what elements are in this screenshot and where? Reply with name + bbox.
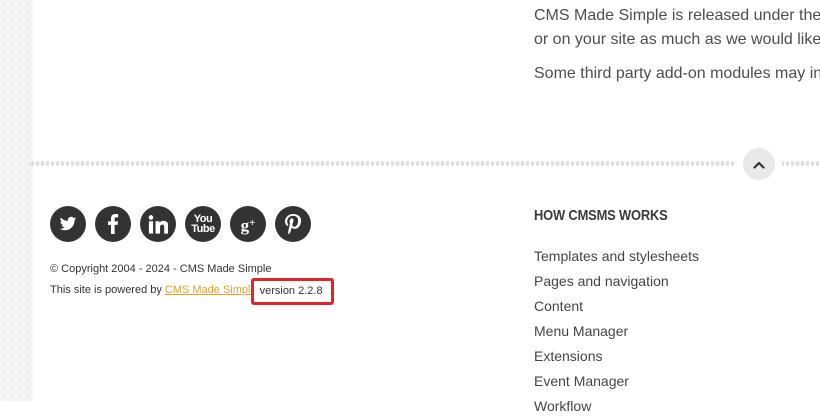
cms-made-simple-link[interactable]: CMS Made Simple <box>165 283 257 298</box>
intro-text: CMS Made Simple is released under the or… <box>534 4 820 86</box>
twitter-link[interactable] <box>50 206 86 242</box>
footer-nav-item: Extensions <box>534 344 699 369</box>
social-links: You Tube g+ <box>50 206 311 242</box>
twitter-icon <box>58 215 78 233</box>
footer-nav-item: Content <box>534 294 699 319</box>
powered-by-text: This site is powered by <box>50 284 162 296</box>
link-menu-manager[interactable]: Menu Manager <box>534 323 628 339</box>
link-workflow[interactable]: Workflow <box>534 398 591 414</box>
linkedin-link[interactable] <box>140 206 176 242</box>
link-pages-and-navigation[interactable]: Pages and navigation <box>534 273 669 289</box>
pinterest-link[interactable] <box>275 206 311 242</box>
pinterest-icon <box>285 213 301 235</box>
footer-nav-heading: HOW CMSMS WORKS <box>534 207 668 224</box>
facebook-icon <box>107 214 119 234</box>
google-plus-icon: g+ <box>240 215 256 235</box>
left-pattern-strip <box>0 0 31 401</box>
footer-nav-how-cmsms-works: HOW CMSMS WORKS Templates and stylesheet… <box>534 206 699 419</box>
footer-nav-item: Workflow <box>534 394 699 419</box>
scroll-to-top-button[interactable] <box>743 148 775 180</box>
intro-line-1: CMS Made Simple is released under the <box>534 7 820 24</box>
link-content[interactable]: Content <box>534 298 583 314</box>
version-label: version 2.2.8 <box>250 278 334 305</box>
link-event-manager[interactable]: Event Manager <box>534 373 629 389</box>
facebook-link[interactable] <box>95 206 131 242</box>
footer-nav-item: Event Manager <box>534 369 699 394</box>
footer-nav-item: Templates and stylesheets <box>534 244 699 269</box>
link-extensions[interactable]: Extensions <box>534 348 602 364</box>
intro-line-2: or on your site as much as we would like <box>534 31 820 48</box>
copyright-block: © Copyright 2004 - 2024 - CMS Made Simpl… <box>50 262 350 305</box>
youtube-icon: You Tube <box>191 213 215 235</box>
link-templates-and-stylesheets[interactable]: Templates and stylesheets <box>534 248 699 264</box>
linkedin-icon <box>148 214 168 234</box>
footer-divider <box>30 160 820 167</box>
footer-nav-list: Templates and stylesheets Pages and navi… <box>534 244 699 419</box>
chevron-up-icon <box>753 157 765 172</box>
google-plus-link[interactable]: g+ <box>230 206 266 242</box>
intro-line-3: Some third party add-on modules may in <box>534 65 820 82</box>
footer-nav-item: Menu Manager <box>534 319 699 344</box>
footer-nav-item: Pages and navigation <box>534 269 699 294</box>
powered-by-line: This site is powered by CMS Made Simple … <box>50 277 350 305</box>
youtube-link[interactable]: You Tube <box>185 206 221 242</box>
copyright-text: © Copyright 2004 - 2024 - CMS Made Simpl… <box>50 263 272 275</box>
